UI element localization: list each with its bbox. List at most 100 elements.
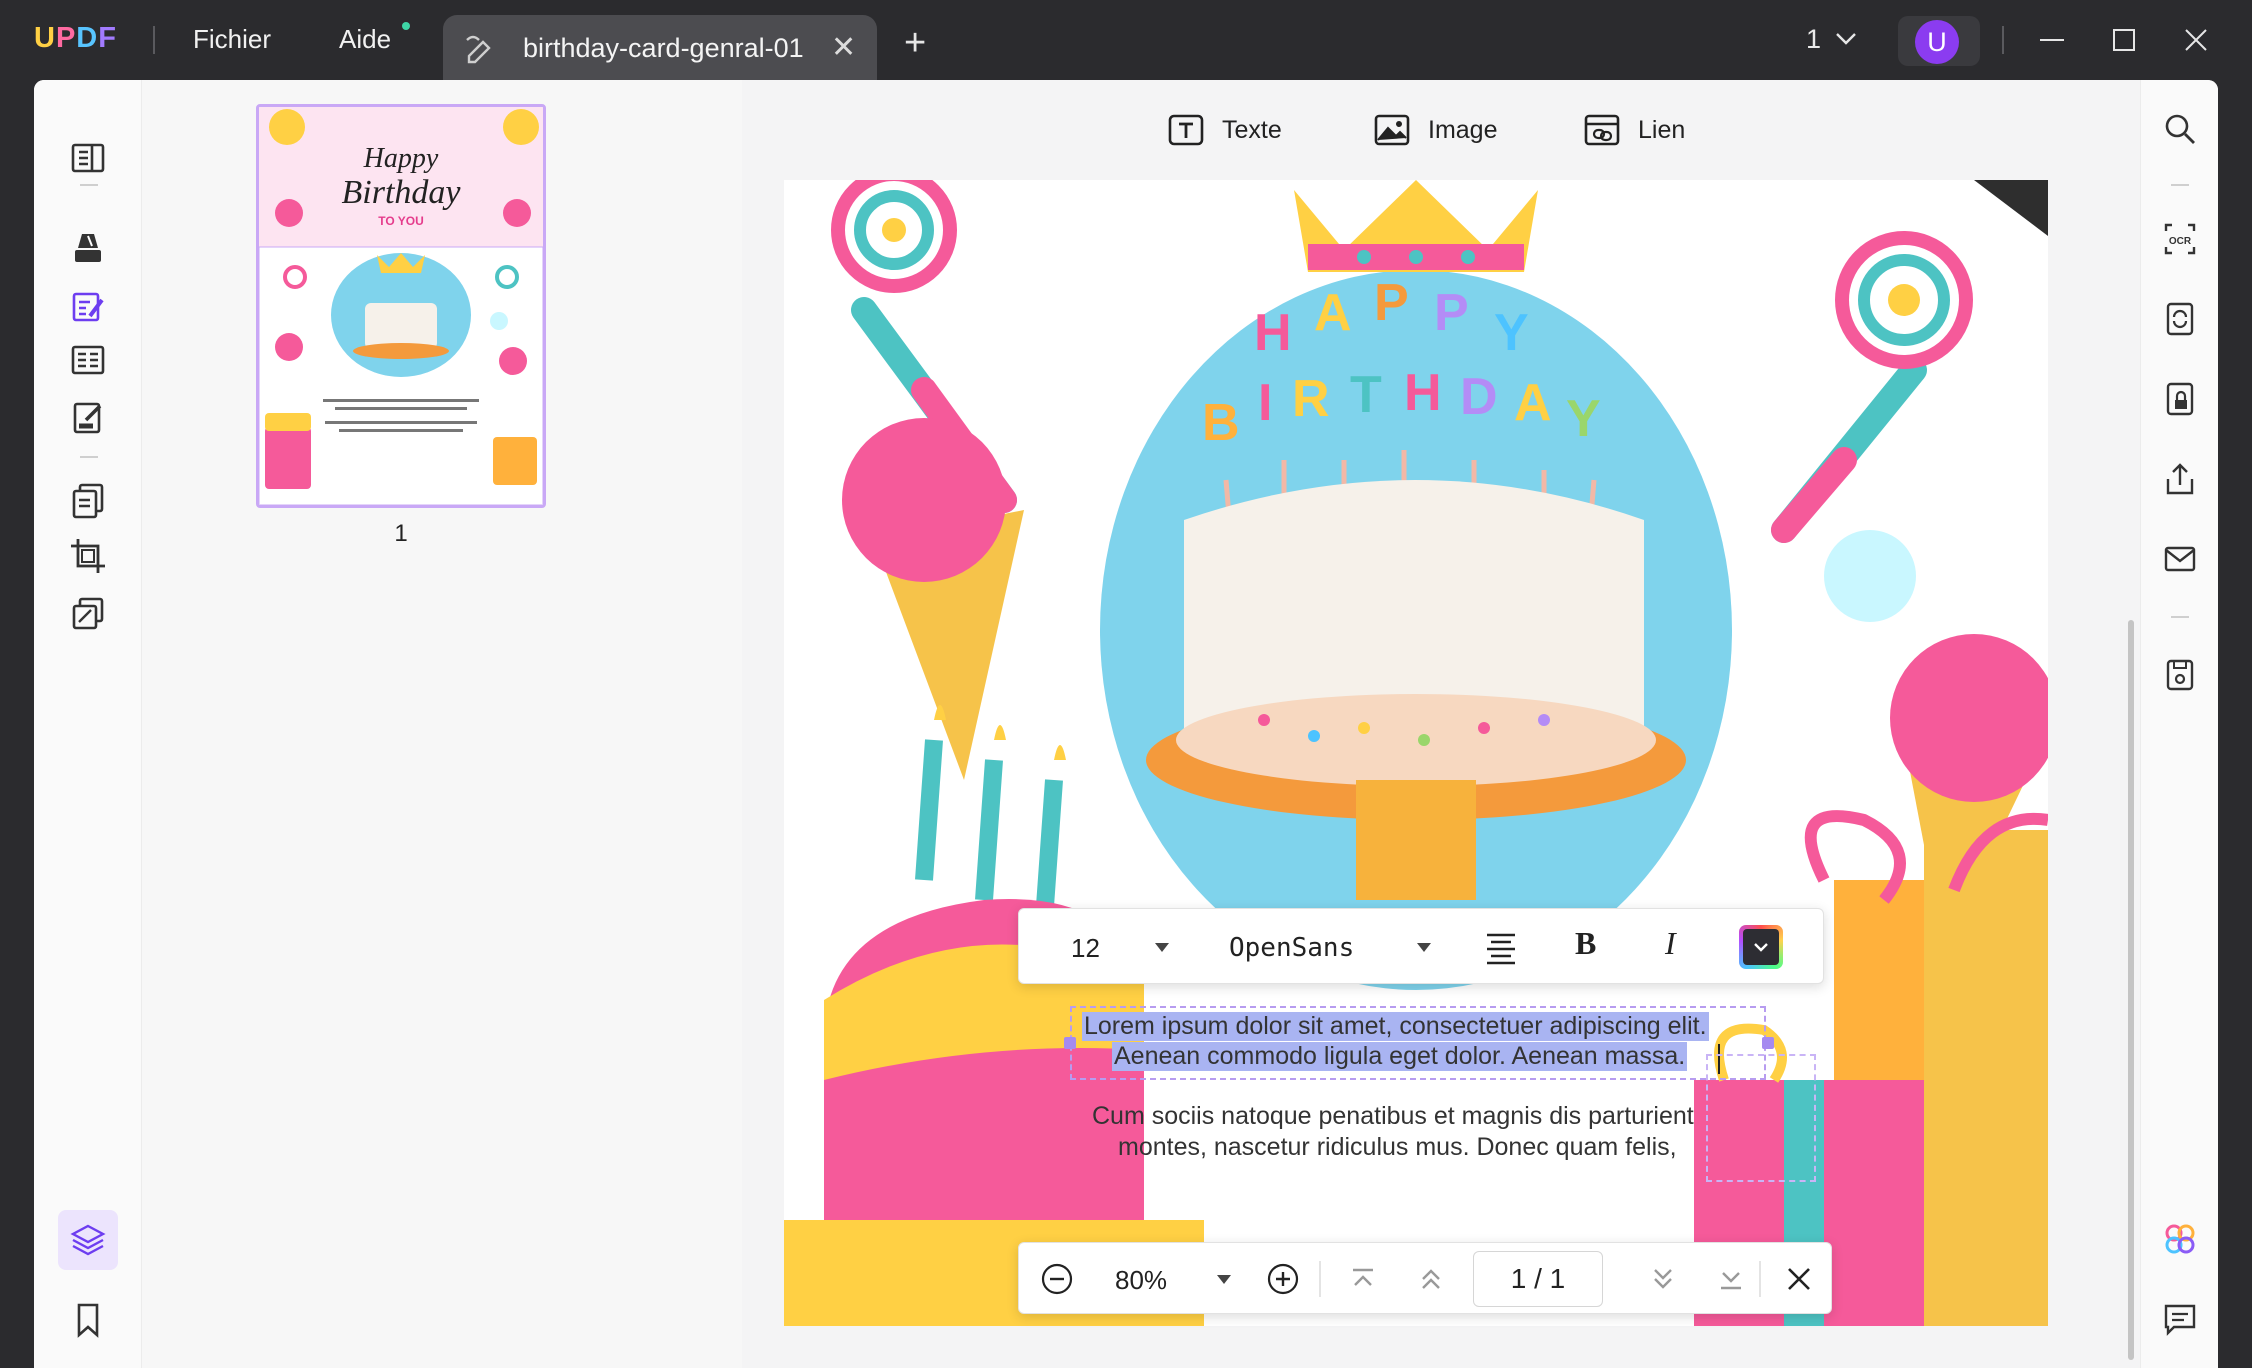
bookmark-button[interactable] xyxy=(58,1290,118,1350)
chevron-down-icon[interactable] xyxy=(1834,26,1858,50)
ice-cream-left xyxy=(842,418,1024,780)
font-family-dropdown-icon[interactable] xyxy=(1417,943,1431,952)
batch-tool-button[interactable] xyxy=(58,584,118,644)
first-page-icon[interactable] xyxy=(1343,1259,1383,1299)
add-text-button[interactable]: Texte xyxy=(1166,108,1282,152)
layers-button[interactable] xyxy=(58,1210,118,1270)
reader-mode-button[interactable] xyxy=(58,128,118,188)
body-text-line-1[interactable]: Cum sociis natoque penatibus et magnis d… xyxy=(1092,1102,1694,1131)
page-indicator-input[interactable]: 1 / 1 xyxy=(1473,1251,1603,1307)
share-icon xyxy=(2166,463,2194,495)
image-bounding-box[interactable] xyxy=(1706,1054,1816,1182)
rail-separator xyxy=(2171,184,2189,186)
organize-pages-button[interactable] xyxy=(58,330,118,390)
document-viewer: Texte Image Lien H A P P Y B I R T H D A… xyxy=(742,80,2140,1368)
nav-separator xyxy=(1319,1261,1321,1297)
document-tab[interactable]: birthday-card-genral-01 ✕ xyxy=(443,15,877,82)
user-avatar[interactable]: U xyxy=(1898,16,1980,66)
edit-toolbar: Texte Image Lien xyxy=(742,80,2140,180)
pages-icon xyxy=(72,483,104,519)
menu-aide[interactable]: Aide xyxy=(339,24,391,55)
font-family-value[interactable]: OpenSans xyxy=(1229,933,1354,963)
thumb-heading-birthday: Birthday xyxy=(342,174,462,211)
lock-document-icon xyxy=(2166,382,2194,416)
svg-text:B: B xyxy=(1202,394,1240,452)
page-thumbnail[interactable]: Happy Birthday TO YOU xyxy=(256,104,546,508)
email-button[interactable] xyxy=(2157,536,2203,582)
add-image-button[interactable]: Image xyxy=(1372,108,1497,152)
edit-tool-button[interactable] xyxy=(58,276,118,336)
svg-text:H: H xyxy=(1254,304,1292,362)
close-nav-icon[interactable] xyxy=(1779,1259,1819,1299)
previous-page-icon[interactable] xyxy=(1411,1259,1451,1299)
thumb-heading-to-you: TO YOU xyxy=(378,214,424,228)
edit-mode-icon xyxy=(466,35,491,64)
svg-text:R: R xyxy=(1292,370,1330,428)
updf-logo: UPDF xyxy=(34,22,117,54)
form-edit-icon xyxy=(73,402,102,434)
body-text-line-2[interactable]: montes, nascetur ridiculus mus. Donec qu… xyxy=(1118,1133,1677,1162)
svg-text:T: T xyxy=(1350,366,1382,424)
tab-close-icon[interactable]: ✕ xyxy=(831,33,856,63)
font-size-value[interactable]: 12 xyxy=(1071,933,1100,964)
italic-button[interactable]: I xyxy=(1665,925,1676,962)
ocr-button[interactable]: OCR xyxy=(2157,216,2203,262)
fill-sign-button[interactable] xyxy=(58,388,118,448)
svg-text:OCR: OCR xyxy=(2169,236,2192,247)
menu-fichier[interactable]: Fichier xyxy=(193,24,271,55)
svg-text:D: D xyxy=(1460,368,1498,426)
add-image-label: Image xyxy=(1428,115,1498,144)
avatar-initial: U xyxy=(1915,20,1959,64)
font-size-dropdown-icon[interactable] xyxy=(1155,943,1169,952)
thumbnail-preview: Happy Birthday TO YOU xyxy=(259,107,543,505)
tab-title: birthday-card-genral-01 xyxy=(523,33,804,63)
rail-separator xyxy=(80,184,98,186)
save-button[interactable] xyxy=(2157,652,2203,698)
resize-handle-right[interactable] xyxy=(1762,1037,1774,1049)
text-tool-icon xyxy=(1168,114,1204,146)
comments-panel-button[interactable] xyxy=(2157,1296,2203,1342)
vertical-scrollbar[interactable] xyxy=(2128,620,2134,1360)
search-button[interactable] xyxy=(2157,106,2203,152)
highlighter-icon xyxy=(75,234,101,262)
svg-text:H: H xyxy=(1404,364,1442,422)
add-link-button[interactable]: Lien xyxy=(1582,108,1685,152)
page-layout-icon xyxy=(71,345,105,375)
zoom-out-icon[interactable] xyxy=(1037,1259,1077,1299)
add-link-label: Lien xyxy=(1638,115,1686,144)
search-icon xyxy=(2165,114,2195,144)
last-page-icon[interactable] xyxy=(1711,1259,1751,1299)
convert-button[interactable] xyxy=(2157,296,2203,342)
zoom-dropdown-icon[interactable] xyxy=(1217,1275,1231,1284)
page-selector-value[interactable]: 1 xyxy=(1806,24,1821,55)
protect-button[interactable] xyxy=(2157,376,2203,422)
svg-text:P: P xyxy=(1434,284,1469,342)
zoom-in-icon[interactable] xyxy=(1263,1259,1303,1299)
align-center-icon[interactable] xyxy=(1481,927,1521,967)
chevron-down-icon xyxy=(1754,943,1768,952)
svg-text:I: I xyxy=(1258,374,1272,432)
next-page-icon[interactable] xyxy=(1643,1259,1683,1299)
maximize-icon[interactable] xyxy=(2108,24,2140,56)
selected-text-line-1[interactable]: Lorem ipsum dolor sit amet, consectetuer… xyxy=(1082,1012,1709,1041)
left-toolbar xyxy=(34,80,142,1368)
comment-tool-button[interactable] xyxy=(58,218,118,278)
zoom-level[interactable]: 80% xyxy=(1115,1265,1167,1296)
page-tools-button[interactable] xyxy=(58,470,118,530)
share-button[interactable] xyxy=(2157,456,2203,502)
minimize-icon[interactable] xyxy=(2036,24,2068,56)
title-separator xyxy=(2002,26,2004,54)
crop-tool-button[interactable] xyxy=(58,526,118,586)
ai-assistant-button[interactable] xyxy=(2157,1216,2203,1262)
thumbnail-page-number: 1 xyxy=(394,520,408,547)
bold-button[interactable]: B xyxy=(1575,925,1596,962)
text-color-button[interactable] xyxy=(1739,925,1783,969)
new-tab-button[interactable]: + xyxy=(904,24,926,62)
selected-text-line-2[interactable]: Aenean commodo ligula eget dolor. Aenean… xyxy=(1112,1042,1688,1071)
rail-separator xyxy=(80,456,98,458)
svg-text:A: A xyxy=(1314,284,1352,342)
resize-handle-left[interactable] xyxy=(1064,1037,1076,1049)
ai-assistant-icon xyxy=(2165,1224,2195,1254)
edit-text-icon xyxy=(72,292,104,322)
close-window-icon[interactable] xyxy=(2180,24,2212,56)
